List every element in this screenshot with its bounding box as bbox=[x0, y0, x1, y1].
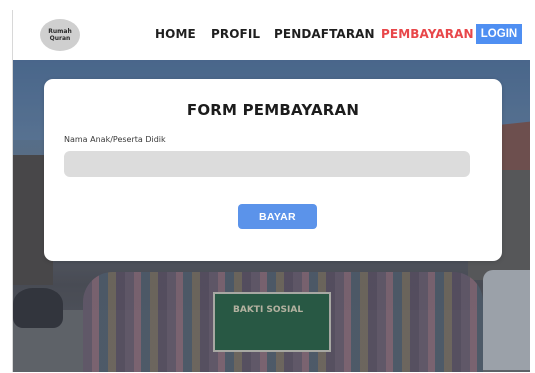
student-name-input[interactable] bbox=[64, 151, 470, 177]
nav-home[interactable]: HOME bbox=[155, 27, 196, 41]
payment-form-card: FORM PEMBAYARAN Nama Anak/Peserta Didik … bbox=[44, 79, 502, 261]
navbar: Rumah Quran HOME PROFIL PENDAFTARAN PEMB… bbox=[13, 10, 530, 60]
student-name-label: Nama Anak/Peserta Didik bbox=[64, 135, 166, 144]
login-button[interactable]: LOGIN bbox=[476, 24, 522, 44]
nav-profil[interactable]: PROFIL bbox=[211, 27, 260, 41]
logo[interactable]: Rumah Quran bbox=[40, 19, 80, 51]
page-frame: Rumah Quran HOME PROFIL PENDAFTARAN PEMB… bbox=[12, 10, 530, 372]
logo-text-line2: Quran bbox=[49, 35, 71, 42]
nav-pembayaran[interactable]: PEMBAYARAN bbox=[381, 27, 474, 41]
logo-text-line1: Rumah bbox=[48, 28, 72, 35]
nav-pendaftaran[interactable]: PENDAFTARAN bbox=[274, 27, 375, 41]
pay-button[interactable]: BAYAR bbox=[238, 204, 317, 229]
form-title: FORM PEMBAYARAN bbox=[186, 101, 360, 119]
